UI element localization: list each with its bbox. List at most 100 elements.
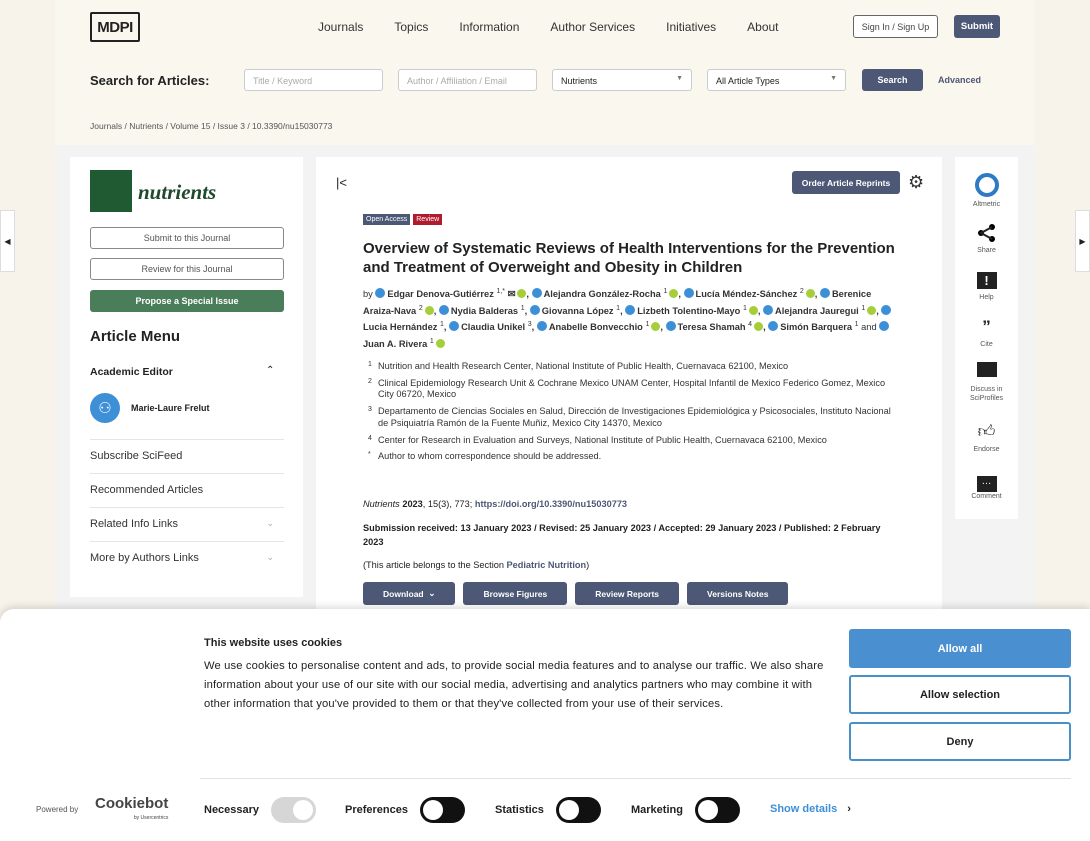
nav-initiatives[interactable]: Initiatives [666,20,716,34]
orcid-icon[interactable] [435,339,445,349]
author-profile-icon[interactable] [536,321,547,332]
author-name[interactable]: Claudia Unikel [461,322,525,332]
toggle-marketing[interactable]: Marketing [631,797,740,823]
section-link[interactable]: Pediatric Nutrition [507,560,587,570]
author-name[interactable]: Simón Barquera [780,322,852,332]
author-name[interactable]: Anabelle Bonvecchio [549,322,643,332]
breadcrumb[interactable]: Journals / Nutrients / Volume 15 / Issue… [90,121,332,131]
nav-author-services[interactable]: Author Services [550,20,635,34]
author-profile-icon[interactable] [625,304,636,315]
nav-about[interactable]: About [747,20,778,34]
academic-editor-heading[interactable]: Academic Editor [90,366,173,378]
author-profile-icon[interactable] [683,288,694,299]
author[interactable]: Nydia Balderas 1 [438,304,525,316]
related-info-links[interactable]: Related Info Links ⌄ [90,507,284,541]
order-reprints-button[interactable]: Order Article Reprints [792,171,900,194]
sidebar-share[interactable]: Share [955,223,1018,255]
author-name[interactable]: Teresa Shamah [678,322,746,332]
author[interactable]: Giovanna López 1 [529,305,620,316]
orcid-icon[interactable] [748,305,758,315]
download-button[interactable]: Download ⌄ [363,582,456,605]
deny-button[interactable]: Deny [849,722,1071,761]
browse-figures-button[interactable]: Browse Figures [463,582,568,605]
author-profile-icon[interactable] [438,304,449,315]
nav-topics[interactable]: Topics [394,20,428,34]
review-reports-button[interactable]: Review Reports [575,582,680,605]
author-profile-icon[interactable] [449,321,460,332]
author-input[interactable]: Author / Affiliation / Email [398,69,537,91]
author-profile-icon[interactable] [763,304,774,315]
carousel-next-button[interactable]: ▶ [1075,210,1090,272]
author-profile-icon[interactable] [881,304,892,315]
author-profile-icon[interactable] [768,321,779,332]
advanced-search-link[interactable]: Advanced [938,75,981,85]
author-name[interactable]: Juan A. Rivera [363,339,427,349]
author[interactable]: Teresa Shamah 4 [665,321,764,332]
author-name[interactable]: Lucia Hernández [363,322,437,332]
author-name[interactable]: Lizbeth Tolentino-Mayo [637,306,740,316]
author-name[interactable]: Edgar Denova-Gutiérrez [387,289,493,299]
orcid-icon[interactable] [651,322,661,332]
journal-select[interactable]: Nutrients ▼ [552,69,692,91]
author-profile-icon[interactable] [879,321,890,332]
orcid-icon[interactable] [754,322,764,332]
necessary-switch[interactable] [271,797,317,823]
nutrients-logo-icon[interactable] [90,170,132,212]
orcid-icon[interactable] [424,305,434,315]
orcid-icon[interactable] [867,305,877,315]
toggle-necessary[interactable]: Necessary [204,797,317,823]
statistics-switch[interactable] [555,797,601,823]
author[interactable]: Alejandra Jauregui 1 [763,304,877,316]
author[interactable]: Claudia Unikel 3 [449,321,532,332]
orcid-icon[interactable] [669,289,679,299]
toggle-statistics[interactable]: Statistics [495,797,601,823]
submit-button[interactable]: Submit [954,15,1000,38]
sidebar-help[interactable]: ! Help [955,270,1018,302]
author-name[interactable]: Giovanna López [542,306,614,316]
sidebar-quote[interactable]: ” Cite [955,317,1018,349]
altmetric-icon[interactable] [974,173,999,197]
author[interactable]: Anabelle Bonvecchio 1 [536,321,661,332]
author-name[interactable]: Alejandra González-Rocha [544,289,661,299]
sidebar-discuss[interactable]: Discuss in SciProfiles [955,362,1018,403]
author-name[interactable]: Lucía Méndez-Sánchez [696,289,798,299]
nav-information[interactable]: Information [459,20,519,34]
author-profile-icon[interactable] [531,288,542,299]
article-type-select[interactable]: All Article Types ▼ [707,69,846,91]
author[interactable]: Lizbeth Tolentino-Mayo 1 [625,304,758,316]
sidebar-thumbs-up[interactable]: 👍︎ Endorse [955,422,1018,454]
author-name[interactable]: Nydia Balderas [451,306,518,316]
doi-link[interactable]: https://doi.org/10.3390/nu15030773 [475,499,627,509]
orcid-icon[interactable] [517,289,527,299]
nav-journals[interactable]: Journals [318,20,363,34]
cookiebot-logo[interactable]: Cookiebot by Usercentrics [95,796,168,825]
author-name[interactable]: Alejandra Jauregui [775,306,859,316]
author[interactable]: Simón Barquera 1 [768,321,859,332]
allow-all-button[interactable]: Allow all [849,629,1071,668]
subscribe-scifeed-link[interactable]: Subscribe SciFeed [90,439,284,473]
author-profile-icon[interactable] [375,288,386,299]
marketing-switch[interactable] [694,797,740,823]
author[interactable]: Lucía Méndez-Sánchez 2 [683,288,815,299]
collapse-sidebar-icon[interactable]: |< [336,175,347,190]
author[interactable]: Edgar Denova-Gutiérrez 1,* ✉ [375,288,527,299]
preferences-switch[interactable] [420,797,465,823]
versions-notes-button[interactable]: Versions Notes [687,582,789,605]
mdpi-logo[interactable]: MDPI [90,12,140,42]
toggle-preferences[interactable]: Preferences [345,797,465,823]
email-icon[interactable]: ✉ [505,289,516,299]
carousel-prev-button[interactable]: ◀ [0,210,15,272]
review-for-journal-button[interactable]: Review for this Journal [90,258,284,280]
author-profile-icon[interactable] [819,288,830,299]
editor-name[interactable]: Marie-Laure Frelut [131,403,210,413]
title-keyword-input[interactable]: Title / Keyword [244,69,383,91]
propose-special-issue-button[interactable]: Propose a Special Issue [90,290,284,312]
gear-icon[interactable]: ⚙ [908,172,924,193]
sidebar-altmetric[interactable]: Altmetric [955,173,1018,209]
author-profile-icon[interactable] [665,321,676,332]
sign-in-button[interactable]: Sign In / Sign Up [853,15,938,38]
more-by-authors-links[interactable]: More by Authors Links ⌄ [90,541,284,575]
show-details-link[interactable]: Show details › [770,803,851,815]
search-button[interactable]: Search [862,69,923,91]
author[interactable]: Alejandra González-Rocha 1 [531,288,679,299]
